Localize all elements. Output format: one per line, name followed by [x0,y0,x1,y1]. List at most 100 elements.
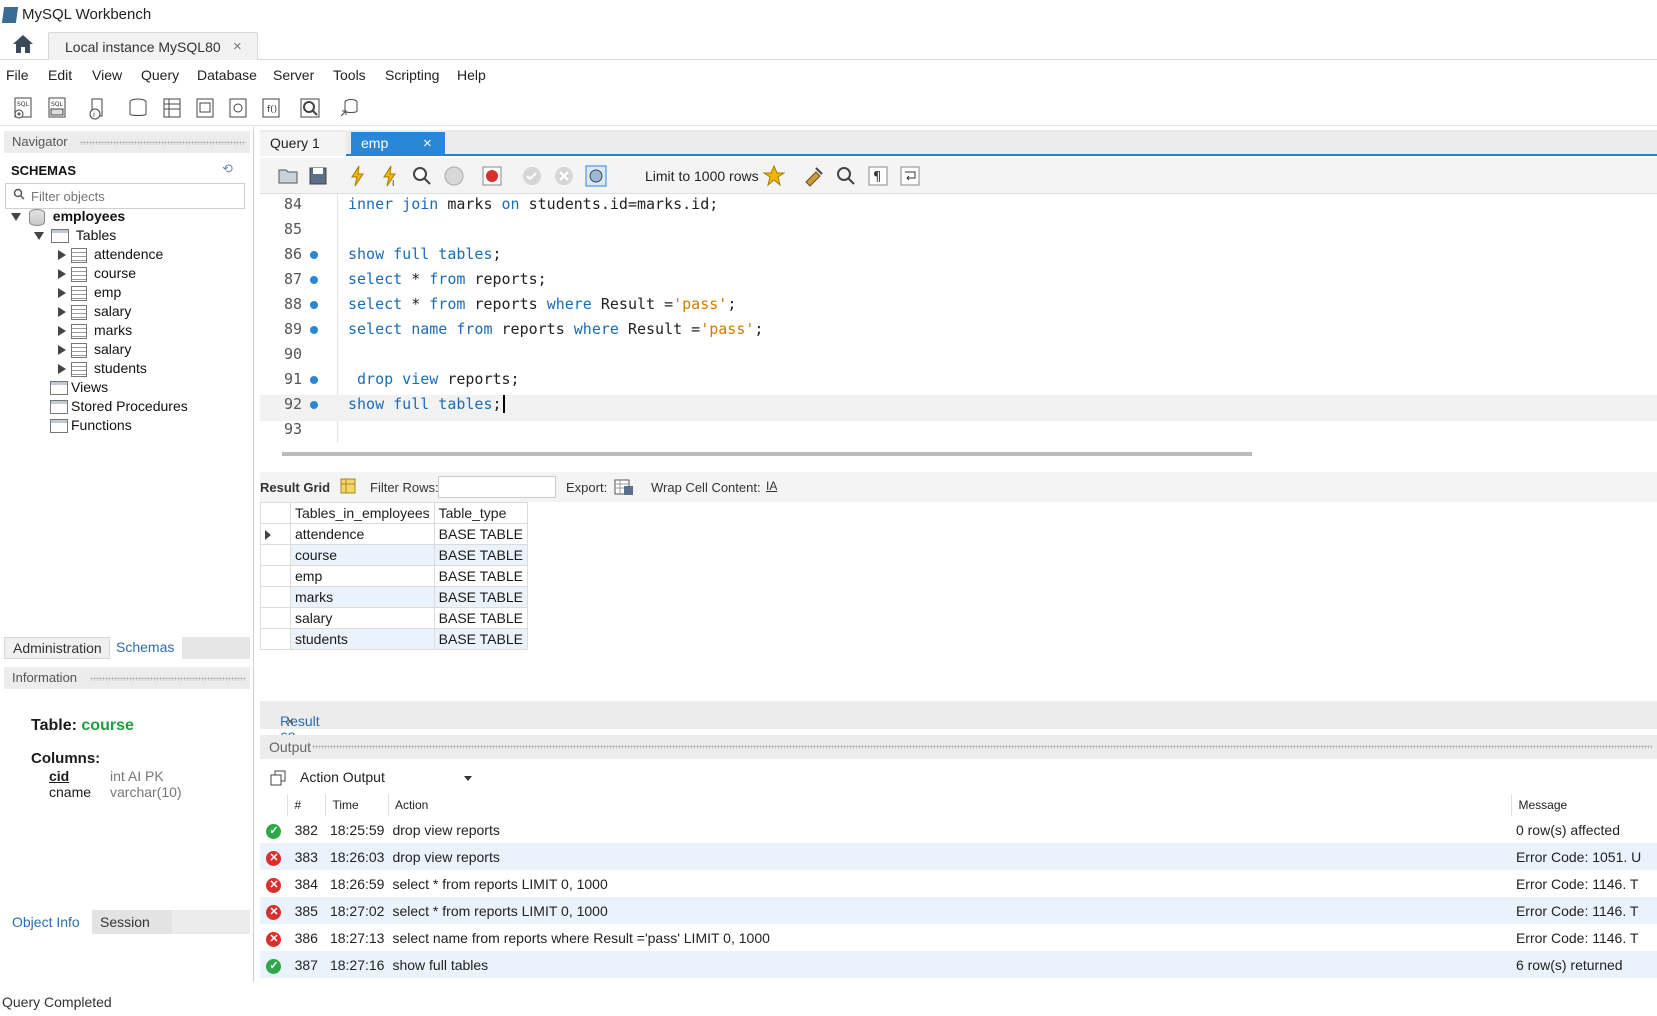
tab-object-info[interactable]: Object Info [4,910,92,934]
code-text[interactable]: select * from reports; [348,270,547,288]
table-row[interactable]: ✕ 386 18:27:13 select name from reports whe… [260,924,1657,951]
action-cell[interactable]: select name from reports where Result ='… [388,924,1512,951]
code-text[interactable]: show full tables; [348,395,505,413]
explain-icon[interactable] [410,164,434,188]
column-header[interactable]: Action [387,794,1512,816]
table-item[interactable]: course [58,265,136,284]
schema-employees[interactable]: employees [11,208,125,227]
collapse-arrow-icon[interactable] [58,345,66,356]
create-table-icon[interactable] [160,96,184,120]
stop-icon[interactable] [442,164,466,188]
create-schema-icon[interactable] [126,96,150,120]
table-item[interactable]: students [58,360,147,379]
invisible-chars-icon[interactable]: ¶ [866,164,890,188]
grid-cell[interactable]: BASE TABLE [433,523,528,545]
grid-cell[interactable]: course [290,544,435,566]
message-cell[interactable]: Error Code: 1146. T [1511,897,1657,924]
table-row[interactable]: ✕ 383 18:26:03 drop view reports Error Code:… [260,843,1657,870]
code-text[interactable]: show full tables; [348,245,502,263]
close-icon[interactable]: × [423,135,432,152]
menu-help[interactable]: Help [457,67,486,83]
refresh-icon[interactable]: ⟲ [222,161,233,177]
copy-icon[interactable] [270,770,286,786]
toggle-error-stop-icon[interactable] [480,164,504,188]
tab-emp[interactable]: emp × [351,132,445,156]
table-item[interactable]: attendence [58,246,163,265]
menu-view[interactable]: View [92,67,122,83]
table-row[interactable]: marks BASE TABLE [260,586,528,608]
code-text[interactable]: drop view reports; [348,370,520,388]
action-cell[interactable]: drop view reports [388,843,1512,870]
menu-tools[interactable]: Tools [333,67,366,83]
result-grid-label[interactable]: Result Grid [260,480,330,495]
connection-tab[interactable]: Local instance MySQL80 × [48,32,258,60]
commit-icon[interactable] [520,164,544,188]
table-item[interactable]: salary [58,303,131,322]
action-cell[interactable]: select * from reports LIMIT 0, 1000 [388,870,1512,897]
code-text[interactable]: select name from reports where Result ='… [348,320,763,338]
stored-procedures-folder[interactable]: Stored Procedures [50,398,188,417]
code-line[interactable]: 85 [260,220,1657,246]
code-line[interactable]: 86 show full tables; [260,245,1657,271]
auto-commit-icon[interactable] [584,164,608,188]
collapse-arrow-icon[interactable] [58,326,66,337]
grid-cell[interactable]: salary [290,607,435,629]
collapse-arrow-icon[interactable] [58,250,66,261]
grid-cell[interactable]: marks [290,586,435,608]
table-row[interactable]: salary BASE TABLE [260,607,528,629]
filter-objects-field[interactable] [5,183,245,209]
schema-inspector-icon[interactable]: i [86,96,110,120]
menu-database[interactable]: Database [197,67,257,83]
views-folder[interactable]: Views [50,379,108,398]
message-cell[interactable]: 6 row(s) returned [1511,951,1657,978]
action-output-table[interactable]: # Time Action Message ✓ 382 18:25:59 drop v… [260,794,1657,978]
expand-arrow-icon[interactable] [34,232,44,241]
save-icon[interactable] [306,164,330,188]
message-cell[interactable]: Error Code: 1146. T [1512,870,1657,897]
grid-cell[interactable]: emp [290,565,435,587]
code-line[interactable]: 84 inner join marks on students.id=marks.… [260,195,1657,221]
table-row[interactable]: students BASE TABLE [260,628,528,650]
tab-session[interactable]: Session [92,910,172,934]
form-editor-icon[interactable] [340,478,356,494]
open-folder-icon[interactable] [276,164,300,188]
code-line[interactable]: 92 show full tables; [260,395,1657,421]
wrap-cell-icon[interactable]: IA [766,479,777,493]
table-row[interactable]: ✓ 387 18:27:16 show full tables 6 row(s) ret… [260,951,1657,978]
grid-cell[interactable]: students [290,628,435,650]
tab-administration[interactable]: Administration [4,637,110,659]
code-text[interactable]: select * from reports where Result ='pas… [348,295,736,313]
action-cell[interactable]: show full tables [388,951,1512,978]
menu-scripting[interactable]: Scripting [385,67,439,83]
export-icon[interactable] [614,477,634,497]
table-row[interactable]: ✕ 384 18:26:59 select * from reports LIMIT … [260,870,1657,897]
create-view-icon[interactable] [193,96,217,120]
output-type-select[interactable]: Action Output [296,766,482,790]
grid-cell[interactable]: BASE TABLE [433,586,528,608]
create-procedure-icon[interactable] [226,96,250,120]
tables-folder[interactable]: Tables [34,227,116,246]
sql-editor[interactable]: 84 inner join marks on students.id=marks.… [260,194,1657,443]
rollback-icon[interactable] [552,164,576,188]
code-text[interactable]: inner join marks on students.id=marks.id… [348,195,718,213]
menu-file[interactable]: File [6,67,29,83]
execute-current-icon[interactable]: I [378,164,402,188]
result-grid[interactable]: Tables_in_employees Table_type attendenc… [260,502,528,650]
grid-cell[interactable]: BASE TABLE [433,565,528,587]
grid-cell[interactable]: BASE TABLE [433,544,528,566]
filter-objects-input[interactable] [31,187,239,205]
code-line[interactable]: 91 drop view reports; [260,370,1657,396]
column-header[interactable]: Table_type [433,502,528,524]
table-item[interactable]: salary [58,341,131,360]
column-header[interactable]: Tables_in_employees [290,502,435,524]
code-line[interactable]: 87 select * from reports; [260,270,1657,296]
collapse-arrow-icon[interactable] [58,288,66,299]
menu-server[interactable]: Server [273,67,314,83]
table-row[interactable]: emp BASE TABLE [260,565,528,587]
collapse-arrow-icon[interactable] [58,307,66,318]
wrap-lines-icon[interactable] [898,164,922,188]
beautify-icon[interactable] [802,164,826,188]
tab-query-1[interactable]: Query 1 [260,132,346,156]
find-icon[interactable] [834,164,858,188]
table-row[interactable]: ✕ 385 18:27:02 select * from reports LIMIT … [260,897,1657,924]
